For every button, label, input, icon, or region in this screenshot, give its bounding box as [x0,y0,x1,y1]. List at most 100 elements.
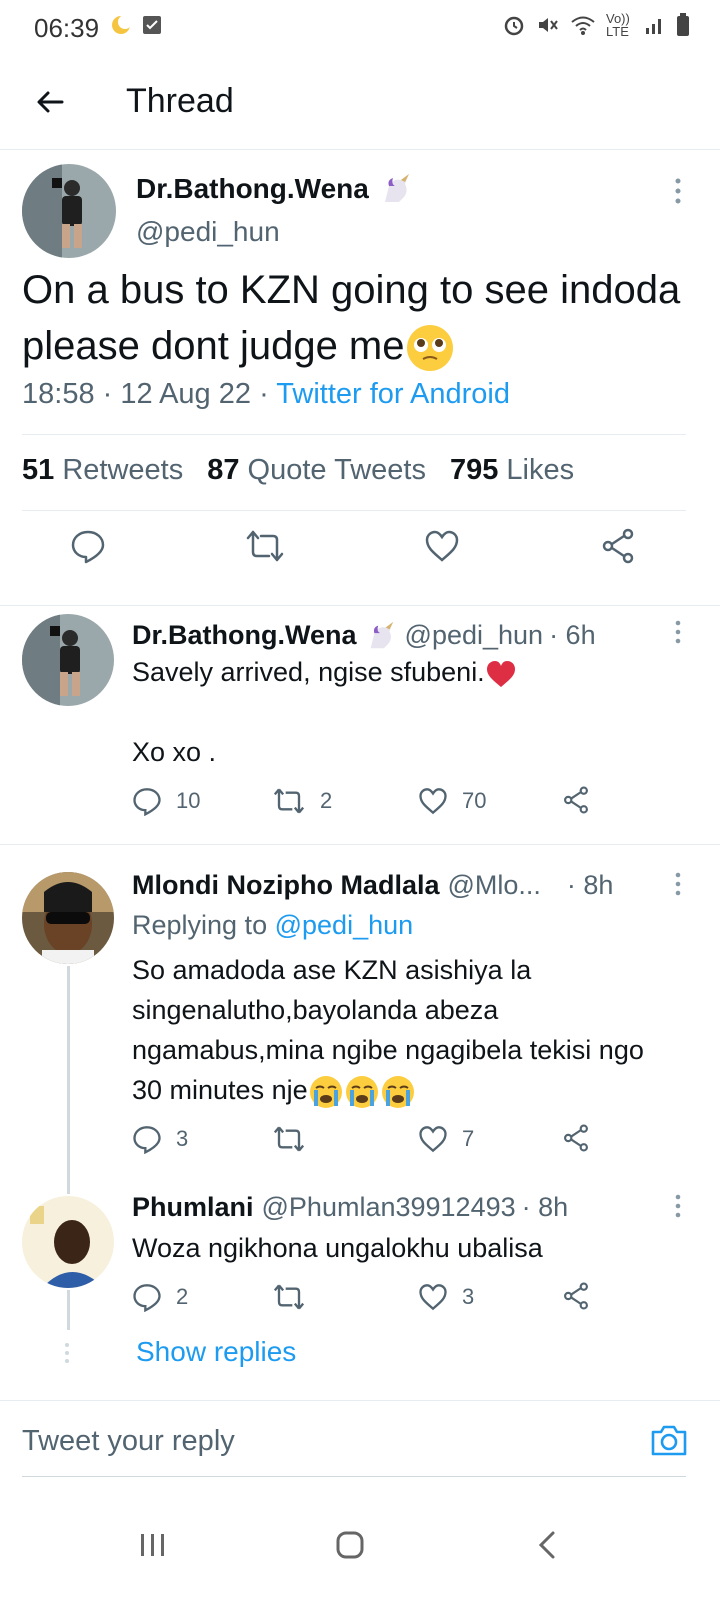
more-vertical-icon [675,1194,681,1218]
reply-button[interactable]: 10 [132,786,200,816]
share-button[interactable] [562,1124,590,1152]
reply-tweet[interactable]: Phumlani @Phumlan39912493 · 8h Woza ngik… [0,1174,720,1324]
reply-header: Dr.Bathong.Wena @pedi_hun · 6h [132,620,596,652]
author-name[interactable]: Dr.Bathong.Wena [132,620,357,651]
heart-icon [425,530,459,562]
recent-apps-icon [141,1534,164,1556]
recent-apps-button[interactable] [128,1520,178,1570]
reply-count: 3 [176,1126,189,1151]
author-name[interactable]: Phumlani [132,1192,254,1223]
checkbox-icon [143,16,161,34]
author-handle[interactable]: @Mlo... [447,870,540,901]
loudly-crying-face-icon [309,1075,342,1108]
more-options-button[interactable] [674,1194,682,1223]
replying-to-link[interactable]: @pedi_hun [275,910,414,940]
unicorn-icon [384,174,409,202]
more-options-button[interactable] [674,872,682,901]
author-handle[interactable]: @Phumlan39912493 [262,1192,516,1223]
avatar[interactable] [22,1196,114,1288]
camera-icon [651,1425,687,1456]
heart-icon [419,1284,447,1311]
reply-text: Savely arrived, ngise sfubeni. [132,652,677,692]
alarm-icon [504,16,524,36]
tweet-date: 12 Aug 22 [120,378,251,410]
mute-icon [539,18,558,32]
reply-header: Mlondi Nozipho Madlala @Mlo... · 8h [132,870,613,901]
likes-stat[interactable]: 795 Likes [450,454,574,487]
home-button[interactable] [325,1520,375,1570]
share-icon [564,786,588,814]
tweet-time: 18:58 [22,378,95,410]
signal-icon [646,19,661,34]
reply-tweet[interactable]: Dr.Bathong.Wena @pedi_hun · 6h Savely ar… [0,606,720,844]
retweet-icon [246,530,284,562]
heart-icon [419,1126,447,1153]
chevron-left-icon [538,1531,555,1559]
avatar[interactable] [22,872,114,964]
reply-text: Xo xo . [132,737,217,767]
app-bar: Thread [0,56,720,150]
reply-button[interactable]: 3 [132,1124,188,1154]
retweet-icon [273,788,305,814]
moon-icon [112,15,132,34]
author-handle[interactable]: @pedi_hun [405,620,544,651]
share-icon [564,1282,588,1310]
network-label: Vo)) LTE [606,11,630,39]
reply-button[interactable]: 2 [132,1282,188,1312]
retweet-icon [273,1284,305,1310]
back-button[interactable] [28,80,72,124]
reply-icon [133,1284,161,1312]
replying-to: Replying to @pedi_hun [132,910,414,940]
reply-time: · 6h [549,620,596,650]
reply-header: Phumlani @Phumlan39912493 · 8h [132,1192,568,1223]
tweet-stats: 51 Retweets 87 Quote Tweets 795 Likes [22,454,574,487]
unicorn-icon [370,621,393,649]
reply-actions: 10 2 70 [132,786,602,822]
more-vertical-icon [675,178,681,204]
reply-actions: 2 3 [132,1282,602,1318]
tweet-meta: 18:58 · 12 Aug 22 · Twitter for Android [22,378,510,410]
reply-input[interactable] [22,1425,582,1458]
camera-button[interactable] [650,1423,688,1462]
system-nav-bar [0,1490,720,1600]
quote-tweets-stat[interactable]: 87 Quote Tweets [207,454,426,487]
reply-actions: 3 7 [132,1124,602,1160]
retweets-stat[interactable]: 51 Retweets [22,454,183,487]
divider [22,434,686,435]
reply-button[interactable] [70,528,110,568]
author-handle[interactable]: @pedi_hun [136,216,280,248]
like-count: 70 [462,788,487,813]
reply-time: · 8h [521,1192,569,1222]
retweet-count: 2 [320,788,333,813]
author-name[interactable]: Dr.Bathong.Wena [136,172,413,206]
author-name[interactable]: Mlondi Nozipho Madlala [132,870,439,901]
share-button[interactable] [600,528,640,568]
more-vertical-icon [675,620,681,644]
like-button[interactable] [424,528,464,568]
reply-tweet[interactable]: Mlondi Nozipho Madlala @Mlo... · 8h Repl… [0,844,720,1174]
like-button[interactable]: 70 [418,786,486,816]
more-options-button[interactable] [674,620,682,649]
retweet-button[interactable] [245,528,285,568]
status-time: 06:39 [34,13,100,43]
retweet-button[interactable] [272,1282,320,1312]
reply-icon [133,788,161,816]
pleading-face-icon [406,325,453,372]
heart-icon [419,788,447,815]
more-vertical-icon [675,872,681,896]
reply-count: 10 [176,788,201,813]
avatar[interactable] [22,614,114,706]
retweet-button[interactable] [272,1124,320,1154]
like-button[interactable]: 3 [418,1282,474,1312]
avatar[interactable] [22,164,116,258]
share-button[interactable] [562,786,590,814]
retweet-button[interactable]: 2 [272,786,332,816]
more-options-button[interactable] [674,178,682,209]
show-replies-link[interactable]: Show replies [136,1336,296,1368]
reply-count: 2 [176,1284,189,1309]
wifi-icon [571,16,595,35]
tweet-source-link[interactable]: Twitter for Android [276,378,510,410]
like-button[interactable]: 7 [418,1124,474,1154]
share-button[interactable] [562,1282,590,1310]
back-nav-button[interactable] [522,1520,572,1570]
